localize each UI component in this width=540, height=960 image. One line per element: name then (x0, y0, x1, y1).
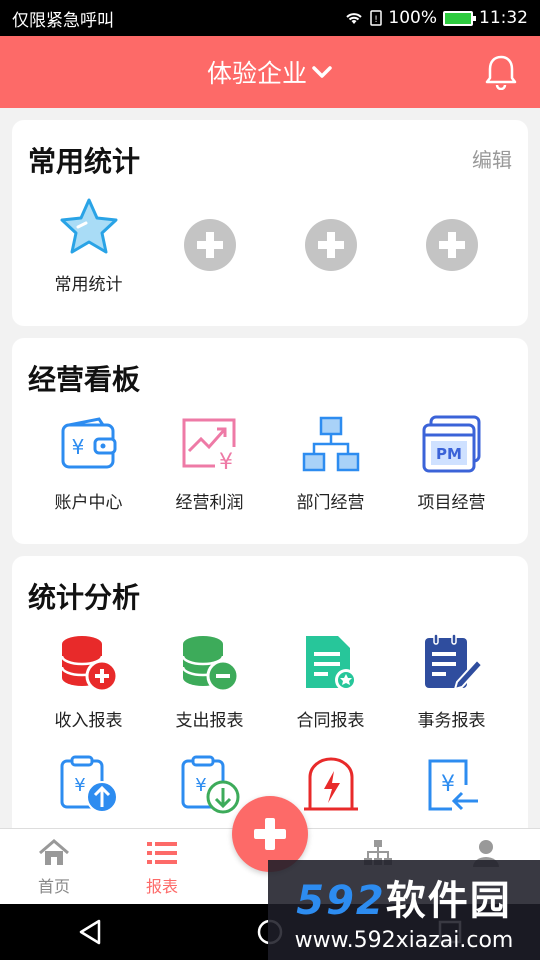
svg-text:PM: PM (436, 445, 462, 463)
dashboard-item-project[interactable]: PM 项目经营 (391, 412, 512, 513)
watermark-brand-text: 软件园 (385, 877, 512, 924)
download-clipboard-icon: ¥ (181, 755, 239, 814)
dashboard-item-profit[interactable]: ¥ 经营利润 (149, 412, 270, 513)
edit-button[interactable]: 编辑 (472, 144, 512, 173)
dashboard-item-label: 项目经营 (417, 493, 486, 513)
add-stat-slot[interactable] (391, 194, 512, 295)
analysis-item-label: 合同报表 (296, 711, 365, 731)
star-icon (60, 198, 117, 254)
company-name: 体验企业 (206, 59, 307, 88)
sim-icon: ! (370, 10, 383, 26)
analysis-item-task[interactable]: 事务报表 (391, 630, 512, 731)
stat-item-label: 常用统计 (54, 275, 123, 295)
contract-doc-icon (305, 636, 357, 691)
tab-label: 报表 (145, 877, 178, 896)
svg-text:¥: ¥ (441, 772, 455, 797)
svg-text:¥: ¥ (195, 775, 206, 796)
watermark-brand: 592软件园 (296, 868, 512, 926)
watermark-number: 592 (296, 877, 386, 924)
analysis-item-income[interactable]: 收入报表 (28, 630, 149, 731)
stat-item-common[interactable]: 常用统计 (28, 194, 149, 295)
battery-icon (443, 10, 476, 26)
add-stat-slot[interactable] (149, 194, 270, 295)
expense-coins-icon (181, 636, 239, 693)
watermark-logo: 592软件园 www.592xiazai.com (268, 860, 540, 960)
watermark-url: www.592xiazai.com (294, 927, 514, 953)
dashboard-item-department[interactable]: 部门经营 (270, 412, 391, 513)
analysis-item-label: 收入报表 (54, 711, 123, 731)
status-bar: 仅限紧急呼叫 ! 100% 11:32 (0, 0, 540, 36)
analysis-item-return[interactable]: ¥ (391, 752, 512, 818)
app-header: 体验企业 (0, 36, 540, 108)
add-icon (425, 219, 478, 271)
analysis-item-contract[interactable]: 合同报表 (270, 630, 391, 731)
income-coins-icon (60, 636, 118, 693)
home-icon (39, 839, 69, 865)
dashboard-item-label: 账户中心 (54, 493, 123, 513)
common-stats-card: 常用统计 编辑 常用统计 (12, 120, 528, 326)
analysis-item-upload[interactable]: ¥ (28, 752, 149, 818)
tab-label: 首页 (37, 877, 70, 896)
bell-icon[interactable] (484, 54, 518, 90)
battery-percent: 100% (388, 8, 437, 28)
yuan-return-icon: ¥ (428, 759, 478, 811)
add-icon (304, 219, 357, 271)
analysis-title: 统计分析 (28, 581, 141, 614)
status-indicators: ! 100% 11:32 (344, 8, 528, 28)
svg-text:¥: ¥ (74, 775, 85, 796)
svg-text:¥: ¥ (71, 435, 84, 459)
add-stat-slot[interactable] (270, 194, 391, 295)
profit-chart-icon: ¥ (182, 418, 237, 473)
list-icon (147, 842, 177, 864)
dashboard-title: 经营看板 (28, 363, 141, 396)
wallet-icon: ¥ (61, 417, 116, 469)
add-icon (183, 219, 236, 271)
org-chart-icon (302, 416, 359, 472)
analysis-grid: 收入报表 支出报表 合同报表 事务报表 (28, 630, 512, 731)
back-icon[interactable] (77, 918, 103, 946)
warning-lightning-icon (303, 757, 358, 811)
pm-window-icon: PM (422, 415, 480, 473)
dashboard-grid: ¥ 账户中心 ¥ 经营利润 部门经营 PM 项目经营 (28, 412, 512, 513)
dashboard-item-account[interactable]: ¥ 账户中心 (28, 412, 149, 513)
clock: 11:32 (479, 8, 528, 28)
plus-icon (254, 818, 286, 850)
dashboard-card: 经营看板 ¥ 账户中心 ¥ 经营利润 部门经营 PM 项目经营 (12, 338, 528, 544)
tab-reports[interactable]: 报表 (108, 829, 216, 904)
upload-clipboard-icon: ¥ (60, 755, 118, 813)
common-stats-title: 常用统计 (28, 145, 141, 178)
tab-home[interactable]: 首页 (0, 829, 108, 904)
analysis-item-label: 支出报表 (175, 711, 244, 731)
company-switcher[interactable]: 体验企业 (207, 54, 333, 90)
dashboard-item-label: 经营利润 (175, 493, 244, 513)
svg-text:¥: ¥ (219, 450, 233, 473)
wifi-icon (346, 13, 363, 24)
common-stats-grid: 常用统计 (28, 194, 512, 295)
svg-text:!: ! (375, 15, 379, 25)
task-note-icon (424, 633, 483, 691)
chevron-down-icon (312, 66, 332, 78)
analysis-item-expense[interactable]: 支出报表 (149, 630, 270, 731)
dashboard-item-label: 部门经营 (296, 493, 365, 513)
analysis-item-label: 事务报表 (417, 711, 486, 731)
carrier-text: 仅限紧急呼叫 (12, 10, 114, 31)
